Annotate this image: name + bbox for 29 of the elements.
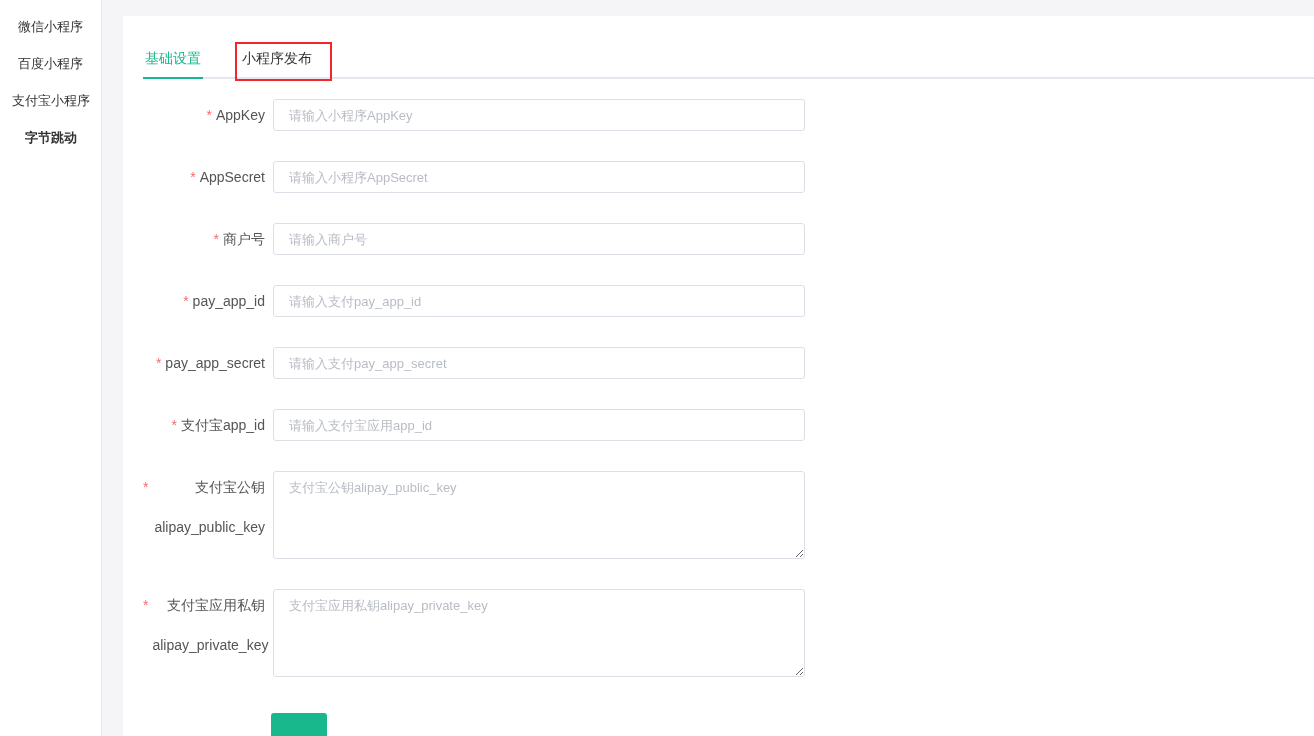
input-field[interactable]: 请输入支付宝应用app_id: [273, 409, 805, 441]
required-mark: *: [213, 230, 219, 249]
field-label: 商户号: [223, 230, 265, 249]
required-mark: *: [143, 478, 149, 497]
field-label: pay_app_secret: [165, 354, 265, 373]
input-field[interactable]: 请输入商户号: [273, 223, 805, 255]
input-field[interactable]: 请输入小程序AppSecret: [273, 161, 805, 193]
field-label: 支付宝app_id: [180, 416, 265, 435]
field-label: pay_app_id: [192, 292, 265, 311]
text-area[interactable]: 支付宝公钥alipay_public_key: [273, 471, 805, 559]
sidebar-item[interactable]: 微信小程序: [18, 8, 83, 45]
required-mark: *: [183, 292, 189, 311]
input-field[interactable]: 请输入支付pay_app_id: [273, 285, 805, 317]
required-mark: *: [206, 106, 212, 125]
input-field[interactable]: 请输入小程序AppKey: [273, 99, 805, 131]
submit-button[interactable]: [271, 713, 327, 736]
text-area[interactable]: 支付宝应用私钥alipay_private_key: [273, 589, 805, 677]
required-mark: *: [190, 168, 196, 187]
field-label: AppKey: [215, 106, 265, 125]
required-mark: *: [155, 354, 162, 373]
field-label: 支付宝公钥alipay_public_key: [153, 478, 265, 537]
sidebar-item[interactable]: 百度小程序: [18, 45, 83, 82]
required-mark: *: [143, 596, 149, 615]
tab[interactable]: 小程序发布: [237, 44, 330, 79]
input-field[interactable]: 请输入支付pay_app_secret: [273, 347, 805, 379]
sidebar-item[interactable]: 字节跳动: [24, 119, 77, 156]
sidebar-item[interactable]: 支付宝小程序: [11, 82, 90, 119]
field-label: AppSecret: [199, 168, 265, 187]
required-mark: *: [171, 416, 177, 435]
